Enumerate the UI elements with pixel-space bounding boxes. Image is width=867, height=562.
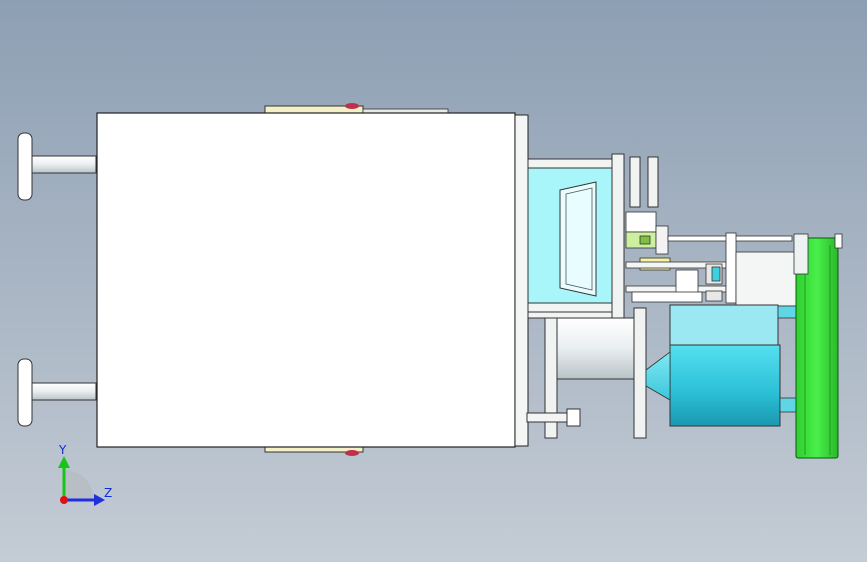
model-drawing[interactable] (0, 0, 867, 562)
cad-viewport[interactable]: Y Z (0, 0, 867, 562)
green-wheel (793, 233, 843, 459)
housing-flange (514, 114, 529, 447)
handle-bottom (17, 358, 97, 427)
axis-triad (58, 456, 105, 506)
handle-top (17, 132, 97, 201)
motor (645, 304, 797, 427)
slider-assembly (625, 211, 797, 307)
main-housing (96, 112, 516, 448)
top-clamp (264, 103, 449, 114)
lower-cylinder (556, 317, 635, 380)
cyan-plate (527, 167, 613, 304)
